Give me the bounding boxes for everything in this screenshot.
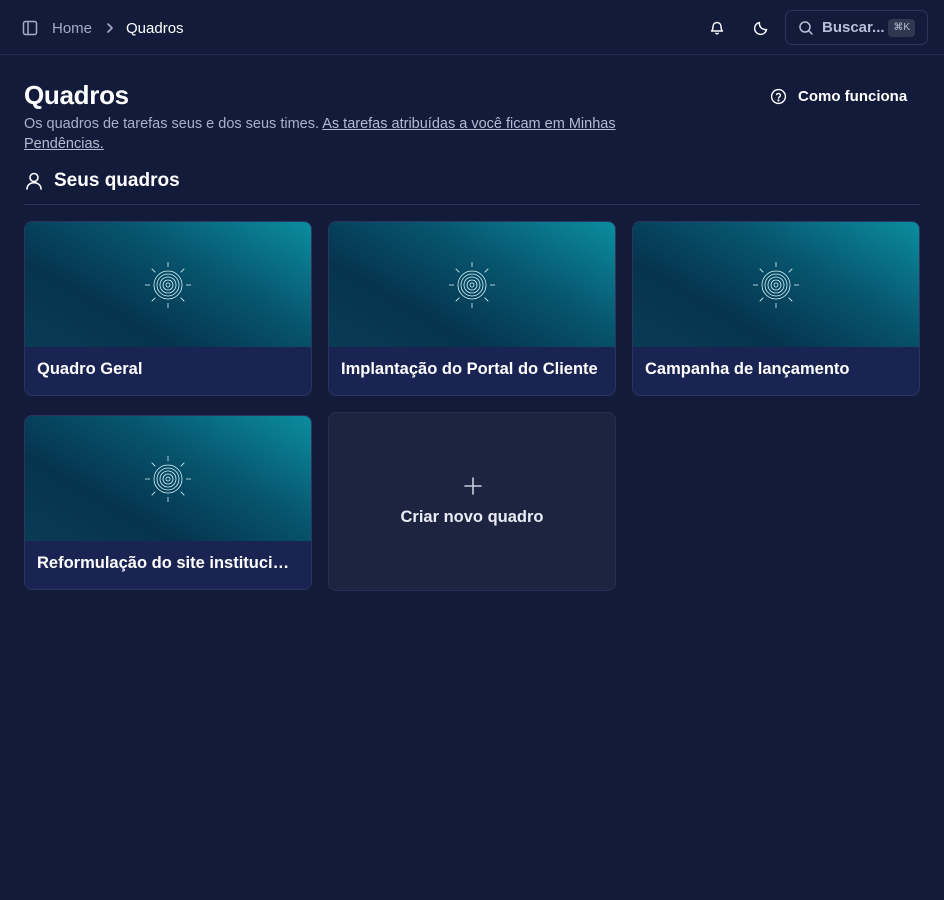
search-button[interactable]: Buscar... ⌘K: [785, 10, 928, 45]
board-cover: [25, 416, 311, 541]
search-icon: [799, 20, 813, 35]
section-title: Seus quadros: [54, 170, 180, 191]
notifications-button[interactable]: [706, 17, 728, 39]
user-icon: [26, 172, 42, 190]
board-card[interactable]: Reformulação do site institucional: [24, 415, 312, 590]
board-card[interactable]: Implantação do Portal do Cliente: [328, 221, 616, 396]
board-title: Quadro Geral: [37, 360, 143, 378]
help-circle-icon: [770, 88, 787, 105]
theme-toggle-button[interactable]: [750, 17, 772, 39]
page-subtitle: Os quadros de tarefas seus e dos seus ti…: [24, 114, 684, 154]
search-shortcut-badge: ⌘K: [888, 19, 915, 37]
how-it-works-button[interactable]: Como funciona: [770, 88, 907, 105]
top-bar: Home Quadros Buscar... ⌘K: [0, 0, 944, 55]
breadcrumb-home-link[interactable]: Home: [52, 20, 92, 37]
page-subtitle-text: Os quadros de tarefas seus e dos seus ti…: [24, 116, 319, 132]
radial-target-icon: [449, 261, 495, 308]
page-title: Quadros: [24, 80, 129, 110]
board-title: Reformulação do site institucional: [37, 554, 299, 572]
breadcrumb-current: Quadros: [126, 19, 184, 37]
moon-icon: [753, 21, 768, 36]
radial-target-icon: [145, 261, 191, 308]
create-board-button[interactable]: Criar novo quadro: [328, 412, 616, 591]
board-cover: [329, 222, 615, 347]
board-title: Campanha de lançamento: [645, 360, 850, 378]
bell-icon: [710, 21, 724, 35]
radial-target-icon: [145, 455, 191, 502]
how-it-works-label: Como funciona: [798, 88, 908, 105]
create-board-label: Criar novo quadro: [400, 508, 544, 526]
chevron-right-icon: [106, 22, 114, 34]
sidebar-toggle-icon[interactable]: [20, 18, 40, 38]
board-title: Implantação do Portal do Cliente: [341, 360, 598, 378]
board-card[interactable]: Campanha de lançamento: [632, 221, 920, 396]
section-header: Seus quadros: [24, 170, 180, 192]
plus-icon: [464, 477, 482, 495]
breadcrumb: Home Quadros: [52, 17, 184, 39]
board-card[interactable]: Quadro Geral: [24, 221, 312, 396]
board-cover: [633, 222, 919, 347]
search-label: Buscar...: [822, 19, 885, 36]
radial-target-icon: [753, 261, 799, 308]
board-cover: [25, 222, 311, 347]
section-divider: [24, 204, 920, 205]
